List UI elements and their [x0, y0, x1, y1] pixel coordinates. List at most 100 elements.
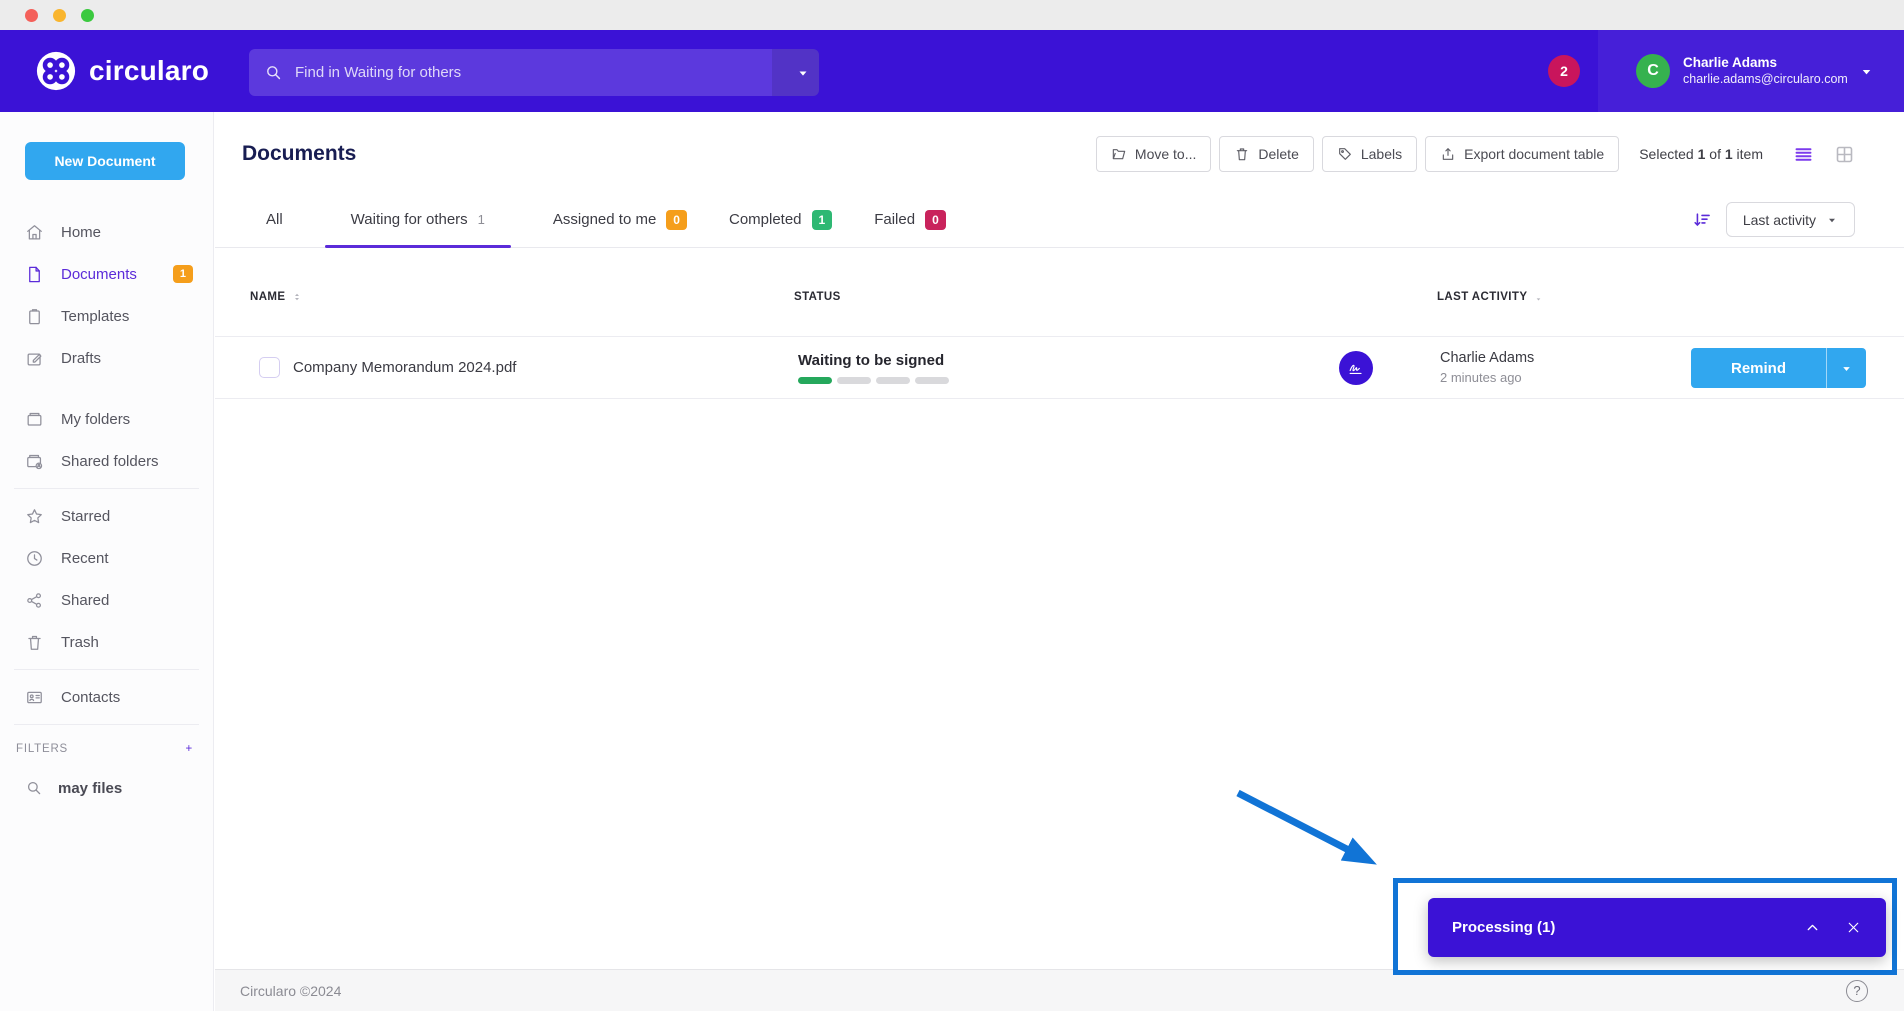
sidebar-item-shared-folders[interactable]: Shared folders [0, 440, 213, 482]
tab-failed[interactable]: Failed 0 [874, 192, 946, 247]
row-checkbox[interactable] [259, 357, 280, 378]
sort-descending-icon[interactable] [1692, 210, 1712, 230]
sidebar-divider [14, 724, 199, 725]
new-document-button[interactable]: New Document [25, 142, 185, 180]
sidebar-item-label: Shared [61, 592, 109, 609]
sidebar-item-templates[interactable]: Templates [0, 295, 213, 337]
labels-button[interactable]: Labels [1322, 136, 1417, 172]
signer-avatar [1339, 351, 1373, 385]
shared-folder-icon [25, 452, 44, 471]
export-icon [1440, 146, 1456, 162]
sort-arrows-icon [291, 291, 303, 303]
tab-all[interactable]: All [266, 192, 283, 247]
footer: Circularo ©2024 ? [215, 969, 1904, 1011]
document-icon [25, 265, 44, 284]
window-titlebar [0, 0, 1904, 30]
copyright-text: Circularo ©2024 [240, 983, 341, 999]
export-document-table-button[interactable]: Export document table [1425, 136, 1619, 172]
grid-view-icon[interactable] [1834, 144, 1855, 165]
brand-name: circularo [89, 55, 209, 87]
window-maximize-button[interactable] [81, 9, 94, 22]
sidebar-item-starred[interactable]: Starred [0, 495, 213, 537]
sidebar-divider [14, 488, 199, 489]
window-close-button[interactable] [25, 9, 38, 22]
progress-segment [837, 377, 871, 384]
home-icon [25, 223, 44, 242]
remind-label[interactable]: Remind [1691, 348, 1826, 388]
search-input[interactable] [283, 49, 772, 96]
trash-icon [1234, 146, 1250, 162]
tab-badge: 0 [925, 210, 946, 230]
brand-logo[interactable]: circularo [36, 30, 209, 112]
documents-count-badge: 1 [173, 265, 193, 283]
page-header: Documents Move to... Delete Labels Expor… [215, 126, 1904, 182]
toast-controls [1804, 919, 1862, 936]
table-header: NAME STATUS LAST ACTIVITY [215, 248, 1904, 336]
clock-icon [25, 549, 44, 568]
folder-open-icon [1111, 146, 1127, 162]
column-header-name[interactable]: NAME [250, 291, 303, 303]
chevron-up-icon [1804, 919, 1821, 936]
app-header: circularo 2 C Charlie Adams charlie.adam… [0, 30, 1904, 112]
user-email: charlie.adams@circularo.com [1683, 72, 1848, 88]
add-filter-button[interactable]: + [185, 743, 193, 755]
processing-toast[interactable]: Processing (1) [1428, 898, 1886, 957]
search-scope-dropdown[interactable] [772, 49, 819, 96]
sort-by-dropdown[interactable]: Last activity [1726, 202, 1855, 237]
tab-assigned-to-me[interactable]: Assigned to me 0 [553, 192, 687, 247]
sidebar-item-shared[interactable]: Shared [0, 579, 213, 621]
progress-bar [798, 377, 949, 384]
collapse-toast-button[interactable] [1804, 919, 1821, 936]
sidebar-item-my-folders[interactable]: My folders [0, 398, 213, 440]
caret-down-icon [1840, 362, 1853, 375]
list-view-icon[interactable] [1793, 144, 1814, 165]
signature-icon [1346, 358, 1366, 378]
filters-header: FILTERS + [0, 731, 213, 767]
caret-down-icon [1826, 214, 1838, 226]
remind-split-button[interactable]: Remind [1691, 348, 1866, 388]
sidebar-item-contacts[interactable]: Contacts [0, 676, 213, 718]
sidebar-item-trash[interactable]: Trash [0, 621, 213, 663]
labels-label: Labels [1361, 146, 1402, 162]
move-to-button[interactable]: Move to... [1096, 136, 1211, 172]
status-text: Waiting to be signed [798, 352, 949, 369]
trash-icon [25, 633, 44, 652]
move-to-label: Move to... [1135, 146, 1196, 162]
tab-label: Completed [729, 211, 802, 228]
filter-label: may files [58, 780, 122, 797]
sidebar-item-label: Documents [61, 266, 137, 283]
help-button[interactable]: ? [1846, 980, 1868, 1002]
sidebar-item-home[interactable]: Home [0, 211, 213, 253]
window-minimize-button[interactable] [53, 9, 66, 22]
close-toast-button[interactable] [1845, 919, 1862, 936]
delete-button[interactable]: Delete [1219, 136, 1313, 172]
user-info: Charlie Adams charlie.adams@circularo.co… [1683, 55, 1848, 88]
tab-badge: 0 [666, 210, 687, 230]
filters-label: FILTERS [16, 743, 68, 755]
sidebar-item-label: Templates [61, 308, 129, 325]
tab-label: All [266, 211, 283, 228]
user-name: Charlie Adams [1683, 55, 1848, 72]
remind-dropdown-toggle[interactable] [1826, 348, 1866, 388]
last-activity-user: Charlie Adams [1440, 349, 1534, 369]
avatar: C [1636, 54, 1670, 88]
sort-controls: Last activity [1692, 202, 1855, 237]
document-name[interactable]: Company Memorandum 2024.pdf [293, 359, 516, 376]
sidebar-item-recent[interactable]: Recent [0, 537, 213, 579]
sidebar-item-label: Starred [61, 508, 110, 525]
star-icon [25, 507, 44, 526]
sort-by-label: Last activity [1743, 212, 1816, 228]
document-row[interactable]: Company Memorandum 2024.pdf Waiting to b… [215, 336, 1904, 399]
notification-badge[interactable]: 2 [1548, 55, 1580, 87]
chevron-down-icon [796, 66, 810, 80]
tabs-bar: All Waiting for others 1 Assigned to me … [215, 192, 1904, 248]
tab-completed[interactable]: Completed 1 [729, 192, 832, 247]
column-header-last-activity[interactable]: LAST ACTIVITY [1437, 291, 1544, 303]
column-header-status[interactable]: STATUS [794, 291, 841, 303]
sidebar-item-drafts[interactable]: Drafts [0, 337, 213, 379]
tab-waiting-for-others[interactable]: Waiting for others 1 [325, 192, 511, 247]
saved-filter-may-files[interactable]: may files [0, 767, 213, 809]
user-menu[interactable]: C Charlie Adams charlie.adams@circularo.… [1598, 30, 1904, 112]
sidebar-item-label: Contacts [61, 689, 120, 706]
sidebar-item-documents[interactable]: Documents 1 [0, 253, 213, 295]
